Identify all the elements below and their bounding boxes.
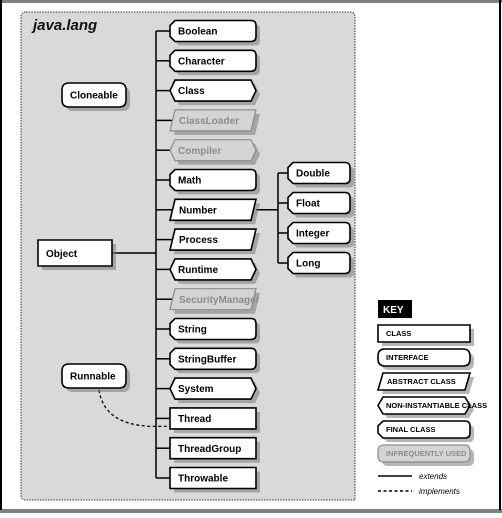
node-label: Compiler bbox=[178, 146, 221, 157]
node-label: Long bbox=[296, 259, 320, 270]
class-node-thread-group: ThreadGroup bbox=[169, 436, 260, 463]
class-node-number: Number bbox=[168, 198, 260, 225]
node-label: String bbox=[178, 325, 207, 336]
node-label: StringBuffer bbox=[178, 354, 236, 365]
class-node-class: CLASS bbox=[377, 324, 474, 346]
node-label: Throwable bbox=[178, 474, 228, 485]
node-label: NON-INSTANTIABLE CLASS bbox=[386, 401, 487, 410]
frame-left-border bbox=[0, 0, 2, 510]
node-label: Runnable bbox=[70, 372, 116, 383]
class-node-throwable: Throwable bbox=[169, 466, 260, 493]
node-label: ThreadGroup bbox=[178, 444, 241, 455]
node-label: Character bbox=[178, 56, 225, 67]
class-node-object: Object bbox=[37, 239, 116, 270]
key-line-label: implements bbox=[419, 487, 460, 496]
class-node-security-manager: SecurityManager bbox=[169, 288, 260, 314]
frame-right-border bbox=[499, 0, 501, 510]
key-title: KEY bbox=[383, 305, 404, 316]
key-line-implements: implements bbox=[378, 487, 460, 496]
class-node-class-loader: ClassLoader bbox=[169, 109, 260, 135]
class-node-double: Double bbox=[287, 161, 354, 188]
class-node-integer: Integer bbox=[287, 221, 354, 248]
class-node-abstract-class: ABSTRACT CLASS bbox=[376, 372, 474, 394]
class-node-infrequently-used: INFREQUENTLY USED bbox=[377, 444, 474, 466]
class-node-string: String bbox=[169, 317, 260, 344]
class-node-interface: INTERFACE bbox=[377, 348, 474, 370]
node-label: System bbox=[178, 384, 214, 395]
class-node-boolean: Boolean bbox=[169, 19, 260, 46]
node-label: INFREQUENTLY USED bbox=[386, 449, 467, 458]
node-label: Thread bbox=[178, 414, 211, 425]
node-label: Number bbox=[179, 205, 217, 216]
key-legend: KEY CLASS INTERFACE ABSTRACT CLASS NON-INST… bbox=[376, 300, 487, 496]
class-node-long: Long bbox=[287, 251, 354, 278]
key-line-label: extends bbox=[419, 472, 447, 481]
class-node-float: Float bbox=[287, 191, 354, 218]
class-node-compiler: Compiler bbox=[169, 139, 260, 165]
node-label: Double bbox=[296, 169, 330, 180]
node-label: Object bbox=[46, 249, 78, 260]
node-label: Integer bbox=[296, 229, 329, 240]
node-label: Process bbox=[179, 235, 218, 246]
class-node-process: Process bbox=[168, 228, 260, 255]
node-label: Boolean bbox=[178, 27, 217, 38]
node-label: Cloneable bbox=[70, 91, 118, 102]
node-label: Math bbox=[178, 176, 201, 187]
class-node-math: Math bbox=[169, 168, 260, 195]
node-label: Class bbox=[178, 86, 205, 97]
class-node-string-buffer: StringBuffer bbox=[169, 347, 260, 374]
diagram-frame: java.lang Object Boolean Character Class Cla… bbox=[0, 0, 502, 513]
key-line-extends: extends bbox=[378, 472, 447, 481]
package-title: java.lang bbox=[31, 17, 97, 34]
node-label: FINAL CLASS bbox=[386, 425, 435, 434]
node-label: Float bbox=[296, 199, 321, 210]
class-node-runtime: Runtime bbox=[169, 258, 260, 284]
node-label: ClassLoader bbox=[179, 116, 239, 127]
class-node-non-instantiable-class: NON-INSTANTIABLE CLASS bbox=[377, 396, 487, 418]
class-node-class: Class bbox=[169, 79, 260, 106]
class-node-thread: Thread bbox=[169, 407, 260, 433]
class-node-runnable: Runnable bbox=[61, 363, 130, 392]
node-label: INTERFACE bbox=[386, 353, 429, 362]
frame-top-bar bbox=[0, 0, 502, 3]
class-node-cloneable: Cloneable bbox=[61, 82, 130, 111]
node-label: Runtime bbox=[178, 265, 218, 276]
class-node-character: Character bbox=[169, 49, 260, 76]
frame-bottom-bar bbox=[0, 509, 502, 513]
class-node-final-class: FINAL CLASS bbox=[377, 420, 474, 442]
class-hierarchy-diagram: java.lang Object Boolean Character Class Cla… bbox=[0, 0, 502, 513]
node-label: SecurityManager bbox=[179, 295, 260, 306]
node-label: CLASS bbox=[386, 329, 411, 338]
class-node-system: System bbox=[169, 377, 260, 404]
node-label: ABSTRACT CLASS bbox=[387, 377, 456, 386]
